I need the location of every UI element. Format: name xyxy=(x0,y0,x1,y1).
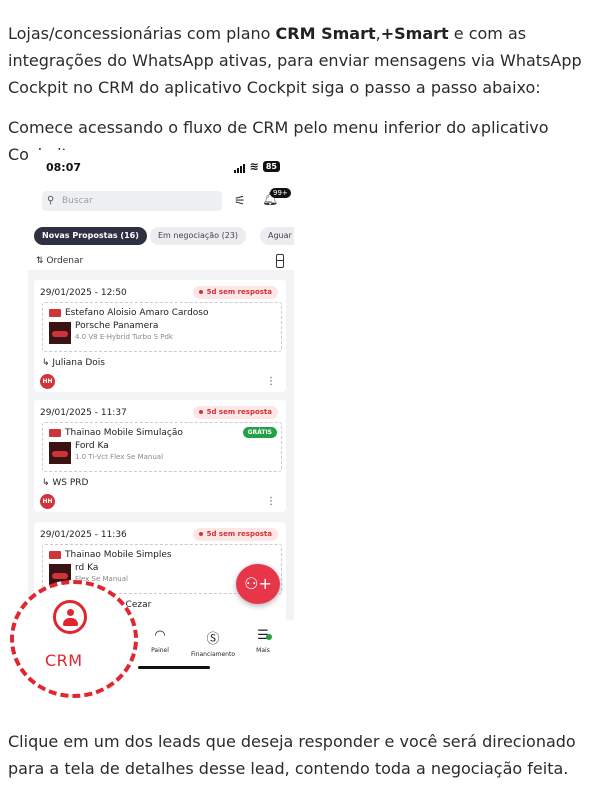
car-version: 1.0 Ti-Vct Flex Se Manual xyxy=(75,453,164,461)
car-thumbnail xyxy=(49,322,71,344)
status-time: 08:07 xyxy=(46,161,82,174)
status-icons: ≋ 85 xyxy=(233,160,280,173)
view-toggle-icon[interactable] xyxy=(276,254,284,268)
car-model: Porsche Panamera xyxy=(75,321,159,331)
plan-name: CRM Smart xyxy=(275,24,376,43)
add-lead-button[interactable]: ⚇+ xyxy=(236,564,280,604)
wifi-icon: ≋ xyxy=(249,160,259,173)
dollar-icon: Ⓢ xyxy=(206,632,220,647)
gratis-badge: GRÁTIS xyxy=(242,427,277,438)
lead-source-icon xyxy=(49,308,61,317)
nav-mais[interactable]: ☰ Mais xyxy=(238,628,288,654)
lead-date: 29/01/2025 - 11:37 xyxy=(40,408,127,418)
avatar: HH xyxy=(40,374,55,389)
lead-card[interactable]: 29/01/2025 - 11:37 5d sem resposta Thain… xyxy=(34,400,286,512)
lead-source-icon xyxy=(49,428,61,437)
status-tabs: Novas Propostas (16) Em negociação (23) … xyxy=(34,227,294,245)
lead-name: Estefano Aloisio Amaro Cardoso xyxy=(49,308,208,318)
more-options-icon[interactable]: ⋮ xyxy=(266,376,276,387)
lead-source-icon xyxy=(49,550,61,559)
status-badge: 5d sem resposta xyxy=(192,406,278,419)
filter-icon[interactable]: ⚟ xyxy=(234,194,246,209)
lead-date: 29/01/2025 - 12:50 xyxy=(40,288,127,298)
gauge-icon: ◠ xyxy=(154,628,166,643)
car-model: rd Ka xyxy=(75,563,99,573)
menu-icon: ☰ xyxy=(257,628,269,643)
car-version: 4.0 V8 E-Hybrid Turbo S Pdk xyxy=(75,333,173,341)
search-input[interactable]: ⚲ Buscar xyxy=(42,191,222,211)
step2-paragraph: Clique em um dos leads que deseja respon… xyxy=(8,732,576,778)
sort-label: Ordenar xyxy=(46,256,84,266)
tab-em-negociacao[interactable]: Em negociação (23) xyxy=(150,227,247,245)
status-badge: 5d sem resposta xyxy=(192,286,278,299)
lead-name: Thainao Mobile Simulação xyxy=(49,428,183,438)
crm-user-icon[interactable] xyxy=(53,600,87,634)
tab-novas-propostas[interactable]: Novas Propostas (16) xyxy=(34,227,147,245)
sort-button[interactable]: ⇅ Ordenar xyxy=(36,256,83,266)
crm-highlight-circle xyxy=(10,580,138,698)
lead-card[interactable]: 29/01/2025 - 12:50 5d sem resposta Estef… xyxy=(34,280,286,392)
home-indicator xyxy=(138,666,210,669)
battery-icon: 85 xyxy=(262,161,280,172)
car-thumbnail xyxy=(49,442,71,464)
car-model: Ford Ka xyxy=(75,441,109,451)
seller-name: ↳ Juliana Dois xyxy=(42,358,105,368)
search-placeholder: Buscar xyxy=(62,196,93,206)
nav-painel[interactable]: ◠ Painel xyxy=(130,628,190,654)
notification-badge: 99+ xyxy=(270,188,291,198)
plan-name-2: +Smart xyxy=(380,24,449,43)
sort-icon: ⇅ xyxy=(36,256,47,266)
avatar: HH xyxy=(40,494,55,509)
nav-financiamento[interactable]: Ⓢ Financiamento xyxy=(183,628,243,658)
more-options-icon[interactable]: ⋮ xyxy=(266,496,276,507)
status-badge: 5d sem resposta xyxy=(192,528,278,541)
status-bar: 08:07 ≋ 85 xyxy=(28,158,294,178)
add-user-icon: ⚇+ xyxy=(244,574,272,593)
signal-icon xyxy=(233,160,246,173)
intro-text: Lojas/concessionárias com plano xyxy=(8,24,276,43)
crm-nav-label[interactable]: CRM xyxy=(45,651,83,670)
tab-aguardando[interactable]: Aguar xyxy=(260,227,294,245)
lead-date: 29/01/2025 - 11:36 xyxy=(40,530,127,540)
intro-paragraph: Lojas/concessionárias com plano CRM Smar… xyxy=(8,20,594,101)
lead-name: Thainao Mobile Simples xyxy=(49,550,172,560)
notification-dot xyxy=(266,634,272,640)
lead-detail-box: Thainao Mobile Simulação GRÁTIS Ford Ka … xyxy=(42,422,282,472)
lead-detail-box: Estefano Aloisio Amaro Cardoso Porsche P… xyxy=(42,302,282,352)
search-icon: ⚲ xyxy=(47,195,55,206)
seller-name: ↳ WS PRD xyxy=(42,478,89,488)
